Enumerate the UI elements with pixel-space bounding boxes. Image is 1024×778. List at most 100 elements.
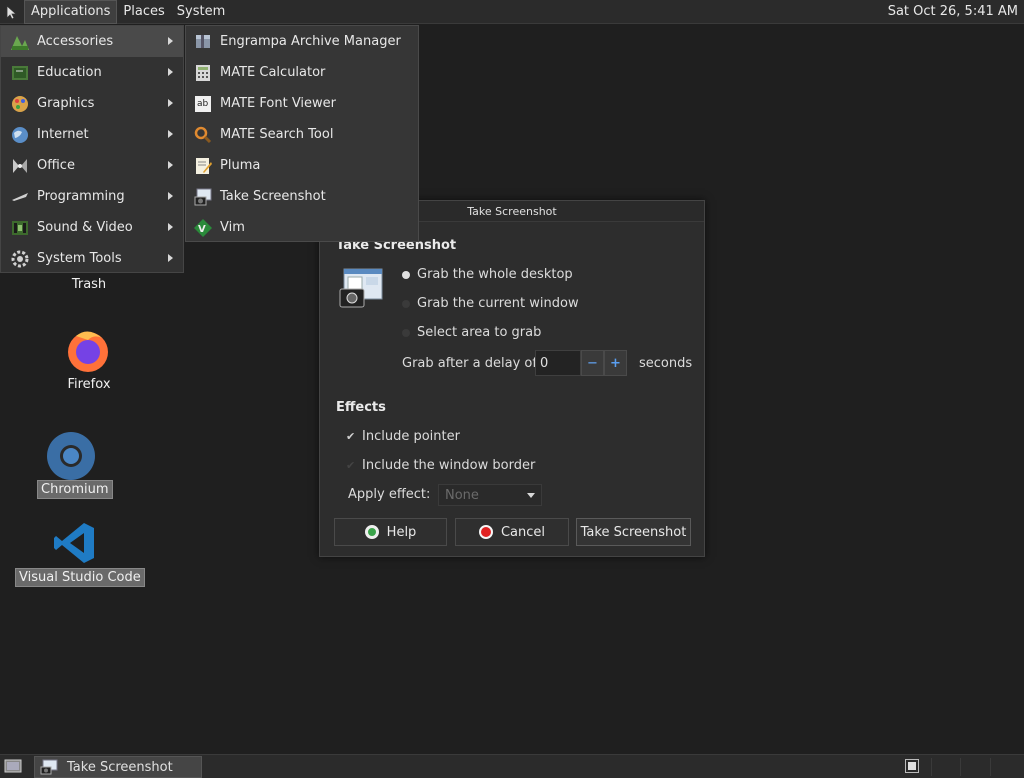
menu-item-take-screenshot[interactable]: Take Screenshot bbox=[186, 181, 418, 212]
menu-item-pluma[interactable]: Pluma bbox=[186, 150, 418, 181]
menu-item-education[interactable]: Education bbox=[1, 57, 183, 88]
text-editor-icon bbox=[192, 155, 214, 177]
menu-item-programming[interactable]: Programming bbox=[1, 181, 183, 212]
delay-label: Grab after a delay of bbox=[402, 356, 537, 371]
graphics-icon bbox=[9, 93, 31, 115]
menu-item-label: Education bbox=[37, 65, 102, 80]
include-border-checkbox[interactable]: ✔ Include the window border bbox=[346, 458, 535, 473]
screenshot-icon bbox=[192, 186, 214, 208]
submenu-arrow-icon bbox=[168, 223, 173, 231]
delay-input[interactable]: 0 bbox=[535, 350, 581, 376]
chromium-icon[interactable] bbox=[46, 431, 96, 481]
system-menu[interactable]: System bbox=[171, 0, 231, 24]
workspace-switcher-active[interactable] bbox=[905, 759, 919, 773]
menu-item-search-tool[interactable]: MATE Search Tool bbox=[186, 119, 418, 150]
radio-indicator[interactable] bbox=[402, 328, 410, 337]
menu-item-label: MATE Calculator bbox=[220, 65, 326, 80]
svg-text:ab: ab bbox=[197, 99, 209, 109]
office-icon bbox=[9, 155, 31, 177]
take-screenshot-button[interactable]: Take Screenshot bbox=[576, 518, 691, 546]
desktop-icon-firefox[interactable]: Firefox bbox=[60, 377, 118, 392]
menu-item-vim[interactable]: V Vim bbox=[186, 212, 418, 243]
desktop-icon-trash[interactable]: Trash bbox=[60, 277, 118, 292]
education-icon bbox=[9, 62, 31, 84]
places-menu[interactable]: Places bbox=[117, 0, 170, 24]
top-panel: Applications Places System Sat Oct 26, 5… bbox=[0, 0, 1024, 24]
applications-menu-popup: Accessories Education Graphics Internet … bbox=[0, 25, 184, 273]
sound-video-icon bbox=[9, 217, 31, 239]
menu-item-office[interactable]: Office bbox=[1, 150, 183, 181]
include-pointer-checkbox[interactable]: ✔ Include pointer bbox=[346, 429, 460, 444]
vim-icon: V bbox=[192, 217, 214, 239]
take-screenshot-button-label: Take Screenshot bbox=[580, 524, 687, 540]
menu-item-label: Engrampa Archive Manager bbox=[220, 34, 401, 49]
delay-increase-button[interactable]: + bbox=[604, 350, 627, 376]
checkmark-icon[interactable]: ✔ bbox=[346, 431, 356, 442]
checkbox-indicator[interactable]: ✔ bbox=[346, 460, 356, 471]
taskbar-take-screenshot[interactable]: Take Screenshot bbox=[34, 756, 202, 778]
help-button[interactable]: Help bbox=[334, 518, 447, 546]
include-pointer-label: Include pointer bbox=[362, 429, 460, 444]
menu-item-label: Graphics bbox=[37, 96, 95, 111]
submenu-arrow-icon bbox=[168, 37, 173, 45]
submenu-arrow-icon bbox=[168, 254, 173, 262]
desktop-icon-vscode[interactable]: Visual Studio Code bbox=[15, 568, 145, 587]
system-tools-icon bbox=[9, 248, 31, 270]
delay-spinner[interactable]: 0 − + bbox=[535, 350, 627, 376]
menu-item-graphics[interactable]: Graphics bbox=[1, 88, 183, 119]
menu-item-sound-video[interactable]: Sound & Video bbox=[1, 212, 183, 243]
workspace-divider bbox=[960, 758, 961, 776]
dropdown-arrow-icon bbox=[527, 493, 535, 498]
help-icon bbox=[364, 525, 379, 539]
include-border-label: Include the window border bbox=[362, 458, 536, 473]
programming-icon bbox=[9, 186, 31, 208]
menu-item-label: Accessories bbox=[37, 34, 114, 49]
menu-item-label: Office bbox=[37, 158, 75, 173]
clock[interactable]: Sat Oct 26, 5:41 AM bbox=[888, 4, 1024, 19]
radio-select-area[interactable]: Select area to grab bbox=[402, 325, 541, 340]
menu-item-calculator[interactable]: MATE Calculator bbox=[186, 57, 418, 88]
vscode-icon[interactable] bbox=[52, 521, 96, 565]
desktop-icon-chromium[interactable]: Chromium bbox=[37, 480, 113, 499]
menu-item-engrampa[interactable]: Engrampa Archive Manager bbox=[186, 26, 418, 57]
workspace-divider bbox=[931, 758, 932, 776]
delay-unit: seconds bbox=[639, 356, 693, 371]
menu-item-label: Pluma bbox=[220, 158, 261, 173]
internet-icon bbox=[9, 124, 31, 146]
radio-indicator[interactable] bbox=[402, 270, 410, 279]
font-viewer-icon: ab bbox=[192, 93, 214, 115]
delay-decrease-button[interactable]: − bbox=[581, 350, 604, 376]
menu-item-label: MATE Font Viewer bbox=[220, 96, 337, 111]
radio-current-window[interactable]: Grab the current window bbox=[402, 296, 579, 311]
cancel-button[interactable]: Cancel bbox=[455, 518, 569, 546]
bottom-panel: Take Screenshot bbox=[0, 754, 1024, 778]
submenu-arrow-icon bbox=[168, 130, 173, 138]
mate-logo-icon[interactable] bbox=[0, 0, 24, 24]
cancel-button-label: Cancel bbox=[500, 524, 546, 540]
menu-item-system-tools[interactable]: System Tools bbox=[1, 243, 183, 274]
show-desktop-icon[interactable] bbox=[4, 758, 22, 774]
menu-item-label: System Tools bbox=[37, 251, 122, 266]
menu-item-label: MATE Search Tool bbox=[220, 127, 334, 142]
radio-indicator[interactable] bbox=[402, 299, 410, 308]
menu-item-accessories[interactable]: Accessories bbox=[1, 26, 183, 57]
firefox-icon[interactable] bbox=[64, 326, 112, 374]
apply-effect-dropdown[interactable]: None bbox=[438, 484, 542, 506]
radio-whole-desktop[interactable]: Grab the whole desktop bbox=[402, 267, 573, 282]
help-button-label: Help bbox=[386, 524, 417, 540]
submenu-arrow-icon bbox=[168, 68, 173, 76]
calculator-icon bbox=[192, 62, 214, 84]
apply-effect-value: None bbox=[445, 487, 479, 503]
menu-item-internet[interactable]: Internet bbox=[1, 119, 183, 150]
menu-item-label: Take Screenshot bbox=[220, 189, 326, 204]
radio-select-area-label: Select area to grab bbox=[417, 325, 542, 340]
accessories-icon bbox=[9, 31, 31, 53]
screenshot-icon bbox=[39, 759, 59, 775]
menu-item-label: Sound & Video bbox=[37, 220, 133, 235]
menu-item-label: Internet bbox=[37, 127, 89, 142]
menu-item-label: Vim bbox=[220, 220, 245, 235]
applications-menu[interactable]: Applications bbox=[24, 0, 118, 24]
menu-item-font-viewer[interactable]: ab MATE Font Viewer bbox=[186, 88, 418, 119]
screenshot-dialog: Take Screenshot Take Screenshot Grab the… bbox=[319, 200, 705, 557]
effects-heading: Effects bbox=[336, 400, 386, 415]
